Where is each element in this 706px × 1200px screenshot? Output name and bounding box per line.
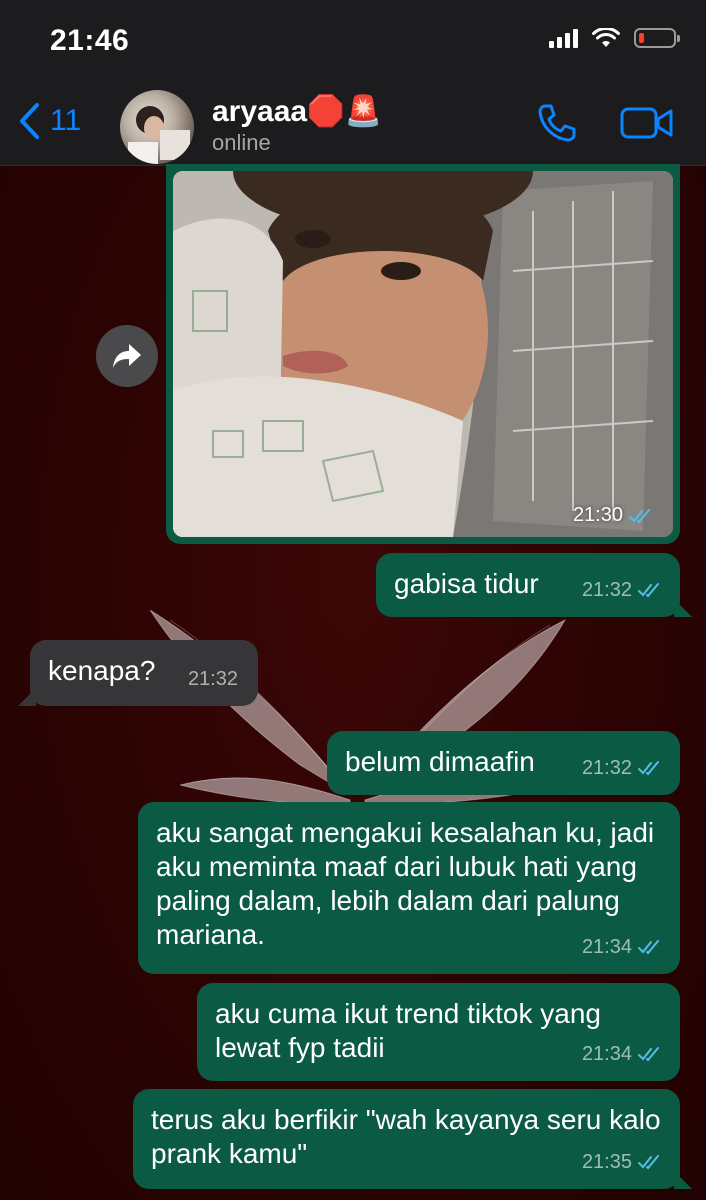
wifi-icon: [592, 28, 620, 47]
battery-level: [639, 33, 644, 43]
chevron-left-icon: [20, 103, 39, 139]
outgoing-message[interactable]: aku cuma ikut trend tiktok yang lewat fy…: [197, 983, 680, 1081]
read-ticks-icon: [638, 1047, 659, 1062]
message-meta: 21:32: [188, 662, 238, 696]
contact-avatar[interactable]: [120, 90, 194, 164]
contact-status: online: [212, 130, 271, 155]
phone-call-icon[interactable]: [536, 102, 578, 144]
message-text: kenapa?: [48, 655, 156, 686]
forward-button[interactable]: [96, 325, 158, 387]
message-meta: 21:32: [582, 751, 664, 785]
message-time: 21:32: [581, 757, 632, 779]
cellular-signal-icon: [549, 28, 578, 48]
battery-icon: [634, 28, 680, 48]
status-time: 21:46: [50, 24, 130, 57]
message-time: 21:34: [581, 1043, 632, 1065]
read-ticks-icon: [638, 940, 659, 955]
incoming-message[interactable]: kenapa? 21:32: [18, 640, 258, 706]
selfie-photo: [173, 171, 673, 537]
message-meta: 21:34: [582, 930, 664, 964]
message-meta: 21:34: [582, 1037, 664, 1071]
outgoing-message[interactable]: gabisa tidur 21:32: [376, 553, 692, 617]
contact-name[interactable]: aryaaa🛑🚨: [212, 94, 382, 129]
message-time: 21:30: [572, 504, 623, 526]
message-text: aku cuma ikut trend tiktok yang lewat fy…: [215, 998, 601, 1063]
message-meta: 21:32: [582, 573, 664, 607]
read-ticks-icon: [629, 508, 650, 523]
outgoing-message[interactable]: terus aku berfikir "wah kayanya seru kal…: [133, 1089, 692, 1189]
chat-header: 21:46 11 aryaaa🛑🚨 online: [0, 0, 706, 166]
message-time: 21:34: [581, 936, 632, 958]
message-text: aku sangat mengakui kesalahan ku, jadi a…: [156, 817, 655, 950]
read-ticks-icon: [638, 1155, 659, 1170]
read-ticks-icon: [638, 583, 659, 598]
message-time: 21:35: [581, 1151, 632, 1173]
image-message[interactable]: 21:30: [166, 164, 680, 544]
read-ticks-icon: [638, 761, 659, 776]
outgoing-message[interactable]: belum dimaafin 21:32: [327, 731, 680, 795]
bubble-tail: [674, 599, 692, 617]
bubble-tail: [18, 688, 36, 706]
message-meta: 21:35: [582, 1145, 664, 1179]
unread-count: 11: [50, 104, 82, 137]
message-text: belum dimaafin: [345, 746, 535, 777]
message-time: 21:32: [187, 668, 238, 690]
message-time: 21:32: [581, 579, 632, 601]
video-call-icon[interactable]: [620, 106, 674, 140]
bubble-tail: [674, 1171, 692, 1189]
forward-arrow-icon: [113, 344, 141, 368]
status-icons: [549, 28, 680, 48]
back-button[interactable]: 11: [18, 102, 81, 140]
photo-attachment[interactable]: 21:30: [173, 171, 673, 537]
message-meta: 21:30: [573, 504, 655, 527]
outgoing-message[interactable]: aku sangat mengakui kesalahan ku, jadi a…: [138, 802, 680, 974]
message-text: gabisa tidur: [394, 568, 539, 599]
